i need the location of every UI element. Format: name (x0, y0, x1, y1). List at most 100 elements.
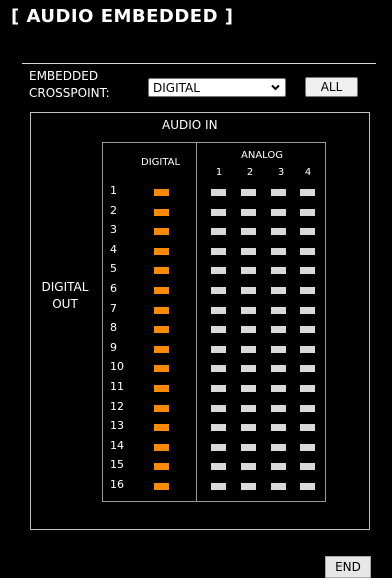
crosspoint-cell[interactable] (154, 228, 169, 236)
crosspoint-cell[interactable] (154, 424, 169, 432)
all-button[interactable]: ALL (305, 77, 358, 97)
crosspoint-cell[interactable] (241, 345, 256, 353)
crosspoint-cell[interactable] (154, 404, 169, 412)
crosspoint-cell[interactable] (241, 208, 256, 216)
crosspoint-cell[interactable] (211, 463, 226, 471)
crosspoint-cell[interactable] (211, 424, 226, 432)
crosspoint-cell[interactable] (271, 306, 286, 314)
end-button[interactable]: END (325, 556, 371, 578)
crosspoint-select[interactable]: DIGITAL (148, 78, 286, 97)
crosspoint-cell[interactable] (211, 306, 226, 314)
analog-channel-4: 4 (304, 167, 312, 178)
crosspoint-cell[interactable] (154, 345, 169, 353)
crosspoint-cell[interactable] (211, 443, 226, 451)
crosspoint-cell[interactable] (271, 189, 286, 196)
crosspoint-cell[interactable] (211, 287, 226, 294)
crosspoint-cell[interactable] (241, 189, 256, 196)
output-row-number: 7 (110, 301, 117, 315)
crosspoint-cell[interactable] (154, 443, 169, 451)
crosspoint-cell[interactable] (300, 326, 315, 334)
crosspoint-cell[interactable] (211, 483, 226, 490)
crosspoint-cell[interactable] (271, 247, 286, 255)
crosspoint-cell[interactable] (211, 267, 226, 275)
crosspoint-cell[interactable] (154, 247, 169, 255)
crosspoint-cell[interactable] (300, 443, 315, 451)
crosspoint-cell[interactable] (241, 306, 256, 314)
crosspoint-cell[interactable] (241, 287, 256, 294)
output-row-number: 13 (110, 419, 124, 433)
crosspoint-cell[interactable] (271, 267, 286, 275)
crosspoint-cell[interactable] (211, 365, 226, 373)
crosspoint-cell[interactable] (271, 404, 286, 412)
crosspoint-cell[interactable] (241, 247, 256, 255)
matrix-column-divider (196, 142, 197, 502)
crosspoint-cell[interactable] (271, 326, 286, 334)
crosspoint-cell[interactable] (271, 424, 286, 432)
crosspoint-cell[interactable] (211, 228, 226, 236)
crosspoint-cell[interactable] (211, 189, 226, 196)
crosspoint-cell[interactable] (300, 483, 315, 490)
crosspoint-cell[interactable] (300, 228, 315, 236)
crosspoint-cell[interactable] (300, 208, 315, 216)
crosspoint-cell[interactable] (154, 189, 169, 196)
crosspoint-cell[interactable] (241, 424, 256, 432)
analog-column-header: ANALOG (241, 150, 283, 161)
crosspoint-label-line2: CROSSPOINT: (29, 86, 110, 100)
crosspoint-cell[interactable] (241, 228, 256, 236)
crosspoint-cell[interactable] (271, 463, 286, 471)
digital-column-header: DIGITAL (141, 157, 181, 168)
crosspoint-cell[interactable] (271, 287, 286, 294)
crosspoint-cell[interactable] (211, 208, 226, 216)
crosspoint-cell[interactable] (241, 463, 256, 471)
crosspoint-cell[interactable] (300, 247, 315, 255)
crosspoint-cell[interactable] (300, 365, 315, 373)
crosspoint-cell[interactable] (271, 208, 286, 216)
crosspoint-cell[interactable] (154, 385, 169, 392)
crosspoint-cell[interactable] (300, 189, 315, 196)
output-row-number: 10 (110, 360, 124, 374)
crosspoint-cell[interactable] (300, 424, 315, 432)
divider (22, 63, 376, 64)
crosspoint-cell[interactable] (300, 287, 315, 294)
output-row-number: 14 (110, 438, 124, 452)
crosspoint-cell[interactable] (154, 483, 169, 490)
crosspoint-cell[interactable] (271, 345, 286, 353)
crosspoint-cell[interactable] (300, 267, 315, 275)
crosspoint-cell[interactable] (271, 228, 286, 236)
crosspoint-cell[interactable] (241, 483, 256, 490)
output-row-number: 11 (110, 380, 124, 393)
crosspoint-cell[interactable] (154, 365, 169, 373)
crosspoint-cell[interactable] (300, 306, 315, 314)
output-row-number: 5 (110, 262, 117, 276)
crosspoint-cell[interactable] (154, 267, 169, 275)
crosspoint-cell[interactable] (154, 326, 169, 334)
crosspoint-cell[interactable] (300, 404, 315, 412)
crosspoint-cell[interactable] (211, 326, 226, 334)
crosspoint-cell[interactable] (241, 267, 256, 275)
analog-channel-3: 3 (277, 167, 285, 178)
crosspoint-cell[interactable] (154, 287, 169, 294)
crosspoint-cell[interactable] (271, 365, 286, 373)
crosspoint-cell[interactable] (271, 385, 286, 392)
crosspoint-cell[interactable] (211, 247, 226, 255)
crosspoint-cell[interactable] (300, 345, 315, 353)
analog-channel-1: 1 (215, 167, 223, 178)
crosspoint-cell[interactable] (241, 404, 256, 412)
crosspoint-cell[interactable] (271, 443, 286, 451)
digital-out-label: DIGITAL OUT (38, 279, 92, 313)
crosspoint-cell[interactable] (241, 326, 256, 334)
crosspoint-cell[interactable] (211, 345, 226, 353)
output-row-number: 4 (110, 242, 117, 256)
crosspoint-cell[interactable] (211, 404, 226, 412)
crosspoint-cell[interactable] (241, 365, 256, 373)
crosspoint-cell[interactable] (271, 483, 286, 490)
crosspoint-cell[interactable] (211, 385, 226, 392)
crosspoint-cell[interactable] (154, 208, 169, 216)
crosspoint-cell[interactable] (241, 443, 256, 451)
output-row-number: 1 (110, 184, 117, 197)
crosspoint-cell[interactable] (154, 306, 169, 314)
crosspoint-cell[interactable] (241, 385, 256, 392)
crosspoint-cell[interactable] (300, 463, 315, 471)
crosspoint-cell[interactable] (154, 463, 169, 471)
crosspoint-cell[interactable] (300, 385, 315, 392)
